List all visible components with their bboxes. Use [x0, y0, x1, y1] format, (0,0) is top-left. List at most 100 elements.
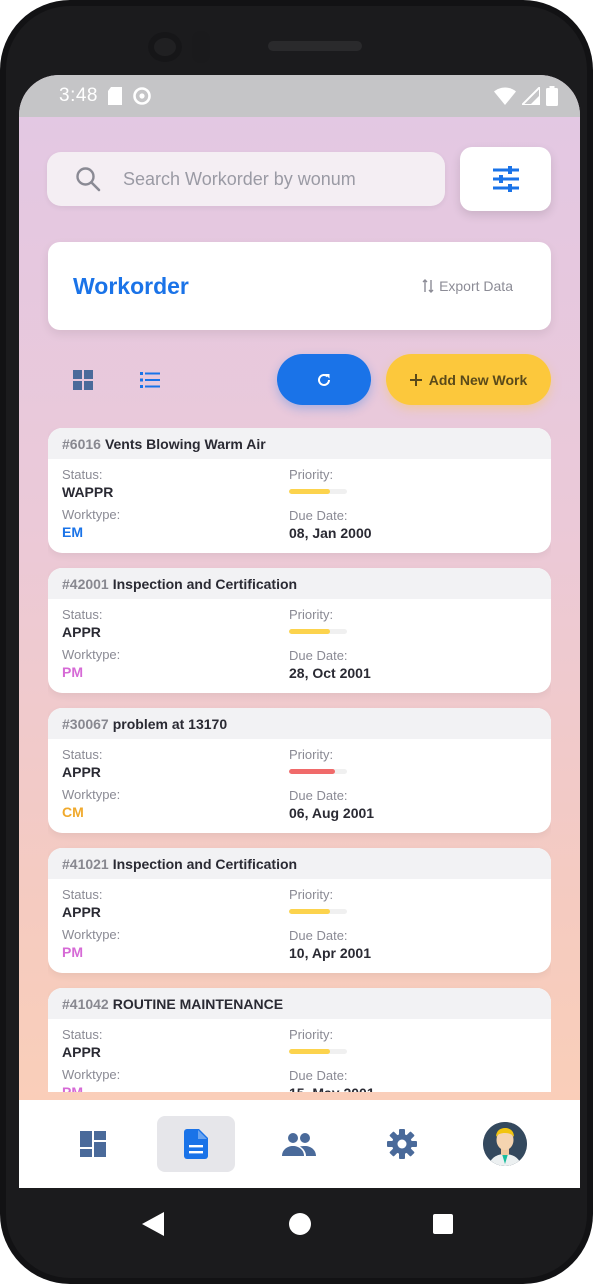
list-icon[interactable]	[138, 368, 162, 392]
status-label: Status:	[62, 1027, 103, 1042]
workorder-title: Vents Blowing Warm Air	[104, 435, 266, 452]
workorder-number: #30067	[62, 715, 109, 732]
workorder-number: #6016	[62, 435, 101, 452]
worktype-label: Worktype:	[62, 507, 121, 522]
priority-bar	[289, 629, 347, 634]
due-date-label: Due Date:	[289, 1068, 348, 1083]
worktype-label: Worktype:	[62, 927, 121, 942]
status-label: Status:	[62, 607, 103, 622]
priority-bar-fill	[289, 629, 330, 634]
workorder-card[interactable]: #41042 ROUTINE MAINTENANCE Status: APPR Work…	[48, 988, 551, 1092]
recents-icon[interactable]	[433, 1214, 453, 1234]
sort-arrows-icon	[422, 279, 434, 293]
cell-signal-icon	[522, 87, 540, 105]
search-input[interactable]	[123, 168, 423, 190]
status-label: Status:	[62, 467, 103, 482]
earpiece-speaker	[268, 41, 362, 51]
due-date-value: 06, Aug 2001	[289, 805, 375, 821]
priority-label: Priority:	[289, 607, 334, 622]
priority-label: Priority:	[289, 1027, 334, 1042]
sensor	[192, 31, 210, 63]
due-date-label: Due Date:	[289, 648, 348, 663]
search-bar[interactable]	[47, 152, 445, 206]
workorder-header: #42001 Inspection and Certification	[48, 568, 551, 599]
worktype-label: Worktype:	[62, 787, 121, 802]
avatar	[483, 1122, 527, 1166]
worktype-value: PM	[62, 944, 83, 960]
workorder-card[interactable]: #6016 Vents Blowing Warm Air Status: WAPPR W…	[48, 428, 551, 553]
nav-profile[interactable]	[466, 1116, 544, 1172]
workorder-details: Status: APPR Worktype: PM Priority: Due Date:…	[48, 599, 551, 693]
worktype-value: EM	[62, 524, 83, 540]
sliders-icon	[492, 166, 519, 192]
worktype-value: PM	[62, 664, 83, 680]
dashboard-icon	[80, 1131, 106, 1157]
workorder-number: #41021	[62, 855, 109, 872]
priority-bar	[289, 489, 347, 494]
workorder-title: Inspection and Certification	[112, 855, 298, 872]
nav-workorders[interactable]	[157, 1116, 235, 1172]
priority-label: Priority:	[289, 467, 334, 482]
refresh-icon	[318, 373, 330, 386]
workorder-card[interactable]: #41021 Inspection and Certification Status…	[48, 848, 551, 973]
priority-bar-fill	[289, 769, 336, 774]
gear-icon	[387, 1129, 417, 1159]
worktype-label: Worktype:	[62, 1067, 121, 1082]
priority-label: Priority:	[289, 887, 334, 902]
workorder-card[interactable]: #42001 Inspection and Certification Status…	[48, 568, 551, 693]
workorder-title: Inspection and Certification	[112, 575, 298, 592]
nav-people[interactable]	[260, 1116, 338, 1172]
priority-bar	[289, 909, 347, 914]
worktype-value: CM	[62, 804, 84, 820]
due-date-label: Due Date:	[289, 928, 348, 943]
status-value: APPR	[62, 624, 101, 640]
add-new-work-button[interactable]: Add New Work	[386, 354, 551, 405]
status-label: Status:	[62, 747, 103, 762]
workorder-details: Status: APPR Worktype: PM Priority: Due Date:…	[48, 879, 551, 973]
due-date-label: Due Date:	[289, 788, 348, 803]
priority-label: Priority:	[289, 747, 334, 762]
status-time: 3:48	[59, 85, 98, 106]
due-date-value: 15, May 2001	[289, 1085, 375, 1092]
workorder-header: #41042 ROUTINE MAINTENANCE	[48, 988, 551, 1019]
document-icon	[184, 1129, 208, 1159]
filter-button[interactable]	[460, 147, 551, 211]
priority-bar	[289, 769, 347, 774]
header-card: Workorder Export Data	[48, 242, 551, 330]
workorder-header: #41021 Inspection and Certification	[48, 848, 551, 879]
app-screen: 3:48 Workorder Exp	[19, 75, 580, 1188]
sync-icon	[133, 87, 151, 105]
battery-icon	[546, 86, 558, 106]
workorder-title: ROUTINE MAINTENANCE	[112, 995, 284, 1012]
sd-card-icon	[107, 87, 122, 105]
page-title: Workorder	[73, 272, 189, 299]
search-icon	[76, 167, 101, 192]
priority-bar-fill	[289, 489, 330, 494]
worktype-label: Worktype:	[62, 647, 121, 662]
workorder-card[interactable]: #30067 problem at 13170 Status: APPR Worktyp…	[48, 708, 551, 833]
workorder-list[interactable]: #6016 Vents Blowing Warm Air Status: WAPPR W…	[48, 428, 551, 1092]
system-navigation-bar	[19, 1188, 580, 1254]
status-label: Status:	[62, 887, 103, 902]
bottom-navigation	[19, 1100, 580, 1188]
due-date-value: 10, Apr 2001	[289, 945, 371, 961]
add-new-work-label: Add New Work	[428, 371, 528, 388]
status-value: WAPPR	[62, 484, 114, 500]
workorder-title: problem at 13170	[112, 715, 228, 732]
home-icon[interactable]	[289, 1213, 311, 1235]
status-value: APPR	[62, 764, 101, 780]
status-value: APPR	[62, 904, 101, 920]
due-date-value: 28, Oct 2001	[289, 665, 371, 681]
back-icon[interactable]	[142, 1212, 164, 1236]
workorder-header: #6016 Vents Blowing Warm Air	[48, 428, 551, 459]
nav-settings[interactable]	[363, 1116, 441, 1172]
workorder-number: #41042	[62, 995, 109, 1012]
wifi-icon	[494, 87, 516, 105]
refresh-button[interactable]	[277, 354, 371, 405]
workorder-details: Status: WAPPR Worktype: EM Priority: Due Date…	[48, 459, 551, 553]
workorder-number: #42001	[62, 575, 109, 592]
nav-dashboard[interactable]	[54, 1116, 132, 1172]
export-data-button[interactable]: Export Data	[422, 278, 513, 294]
priority-bar-fill	[289, 1049, 330, 1054]
grid-icon[interactable]	[71, 368, 95, 392]
